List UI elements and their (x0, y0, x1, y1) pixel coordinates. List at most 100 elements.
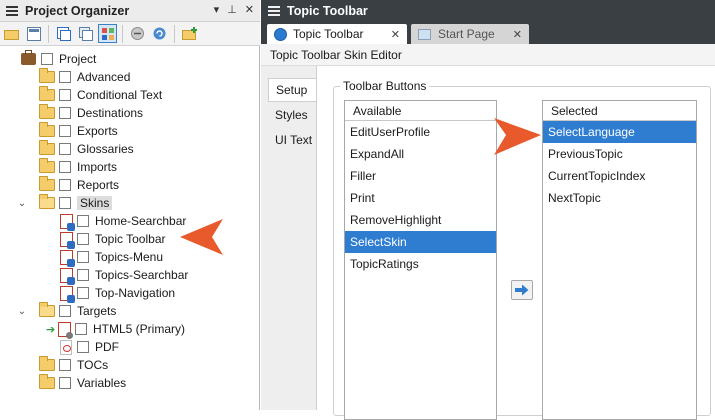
sync-button[interactable] (150, 24, 169, 43)
group-label: Toolbar Buttons (340, 79, 430, 93)
briefcase-icon (21, 50, 36, 65)
tree-row-folder[interactable]: Conditional Text (39, 86, 162, 104)
list-item[interactable]: PreviousTopic (543, 143, 696, 165)
start-page-icon (418, 28, 431, 40)
tree-row-folder[interactable]: TOCs (39, 356, 108, 374)
pin-icon[interactable]: ⊥ (227, 3, 237, 16)
list-item[interactable]: NextTopic (543, 187, 696, 209)
tree-row-folder[interactable]: Advanced (39, 68, 130, 86)
available-list[interactable]: Available EditUserProfile ExpandAll Fill… (344, 100, 497, 420)
tree-row-targets[interactable]: ⌄ Targets (17, 302, 116, 320)
checkbox-icon[interactable] (41, 53, 53, 65)
tree-row-skins[interactable]: ⌄ Skins (17, 194, 113, 212)
tree-row-skin[interactable]: Topics-Searchbar (60, 266, 189, 285)
properties-button[interactable] (24, 24, 43, 43)
close-icon[interactable]: ✕ (245, 3, 254, 16)
move-right-button[interactable] (511, 280, 533, 300)
tree-row-skin[interactable]: Topic Toolbar (60, 230, 166, 249)
tab-ui-text[interactable]: UI Text (268, 128, 316, 152)
open-folder-button[interactable] (2, 24, 21, 43)
checkbox-icon[interactable] (59, 377, 71, 389)
checkbox-icon[interactable] (77, 269, 89, 281)
new-item-button[interactable] (54, 24, 73, 43)
list-item[interactable]: TopicRatings (345, 253, 496, 275)
view-mode-button[interactable] (98, 24, 117, 43)
hamburger-icon[interactable] (268, 6, 280, 16)
tree-row-skin[interactable]: Topics-Menu (60, 248, 164, 267)
tree-label: Reports (77, 178, 120, 192)
add-folder-button[interactable] (180, 24, 199, 43)
tree-row-folder[interactable]: Exports (39, 122, 118, 140)
checkbox-icon[interactable] (59, 89, 71, 101)
tab-styles[interactable]: Styles (268, 103, 316, 127)
tree-label: Imports (77, 160, 118, 174)
checkbox-icon[interactable] (59, 71, 71, 83)
checkbox-icon[interactable] (77, 233, 89, 245)
tree-row-skin[interactable]: Top-Navigation (60, 284, 176, 303)
tree-label: Glossaries (77, 142, 134, 156)
checkbox-icon[interactable] (77, 341, 89, 353)
copy-button[interactable] (76, 24, 95, 43)
editor-side-tabs: Setup Styles UI Text (261, 66, 316, 410)
list-item[interactable]: CurrentTopicIndex (543, 165, 696, 187)
tab-setup[interactable]: Setup (268, 78, 316, 102)
tree-label: Topics-Searchbar (95, 268, 189, 282)
list-item-selected[interactable]: SelectLanguage (543, 121, 696, 143)
tree-row-folder[interactable]: Variables (39, 374, 126, 392)
checkbox-icon[interactable] (59, 161, 71, 173)
tab-start-page[interactable]: Start Page ✕ (411, 24, 529, 44)
close-icon[interactable]: ✕ (513, 28, 522, 41)
tree-label: Topic Toolbar (95, 232, 166, 246)
tree-row-folder[interactable]: Glossaries (39, 140, 134, 158)
folder-icon (39, 140, 55, 155)
folder-icon (39, 302, 55, 317)
editor-window-title: Topic Toolbar (287, 4, 368, 18)
chevron-down-icon[interactable]: ⌄ (17, 198, 27, 209)
tree-label: Topics-Menu (95, 250, 164, 264)
selected-list[interactable]: Selected SelectLanguage PreviousTopic Cu… (542, 100, 697, 420)
tree-row-folder[interactable]: Destinations (39, 104, 143, 122)
pdf-icon (60, 339, 72, 355)
folder-icon (39, 194, 55, 209)
skin-editor-pane: Topic Toolbar Topic Toolbar ✕ Start Page… (261, 0, 715, 420)
list-item[interactable]: Filler (345, 165, 496, 187)
tab-topic-toolbar[interactable]: Topic Toolbar ✕ (267, 24, 407, 44)
callout-arrow-icon (180, 219, 223, 255)
close-icon[interactable]: ✕ (391, 28, 400, 41)
checkbox-icon[interactable] (75, 323, 87, 335)
checkbox-icon[interactable] (59, 305, 71, 317)
globe-icon (274, 27, 287, 41)
checkbox-icon[interactable] (59, 359, 71, 371)
checkbox-icon[interactable] (77, 215, 89, 227)
list-header: Selected (543, 101, 696, 121)
skin-icon (60, 285, 75, 303)
bind-button[interactable] (128, 24, 147, 43)
folder-icon (39, 122, 55, 137)
checkbox-icon[interactable] (77, 287, 89, 299)
tree-row-target[interactable]: PDF (60, 338, 119, 356)
tree-row-target[interactable]: ➔ HTML5 (Primary) (46, 320, 185, 339)
hamburger-icon[interactable] (6, 5, 18, 16)
list-item[interactable]: RemoveHighlight (345, 209, 496, 231)
tree-row-project[interactable]: Project (21, 50, 96, 68)
checkbox-icon[interactable] (59, 107, 71, 119)
tree-label: Exports (77, 124, 118, 138)
list-item[interactable]: Print (345, 187, 496, 209)
checkbox-icon[interactable] (59, 179, 71, 191)
skin-icon (60, 231, 75, 249)
tree-label: TOCs (77, 358, 109, 372)
tree-row-folder[interactable]: Imports (39, 158, 117, 176)
tab-label: Start Page (438, 27, 495, 41)
list-item[interactable]: ExpandAll (345, 143, 496, 165)
checkbox-icon[interactable] (59, 197, 71, 209)
tree-label: Top-Navigation (95, 286, 176, 300)
checkbox-icon[interactable] (59, 143, 71, 155)
checkbox-icon[interactable] (77, 251, 89, 263)
checkbox-icon[interactable] (59, 125, 71, 137)
list-item[interactable]: EditUserProfile (345, 121, 496, 143)
dropdown-icon[interactable]: ▾ (214, 3, 220, 16)
chevron-down-icon[interactable]: ⌄ (17, 306, 27, 317)
tree-row-skin[interactable]: Home-Searchbar (60, 212, 186, 231)
tree-row-folder[interactable]: Reports (39, 176, 119, 194)
list-item-selected[interactable]: SelectSkin (345, 231, 496, 253)
